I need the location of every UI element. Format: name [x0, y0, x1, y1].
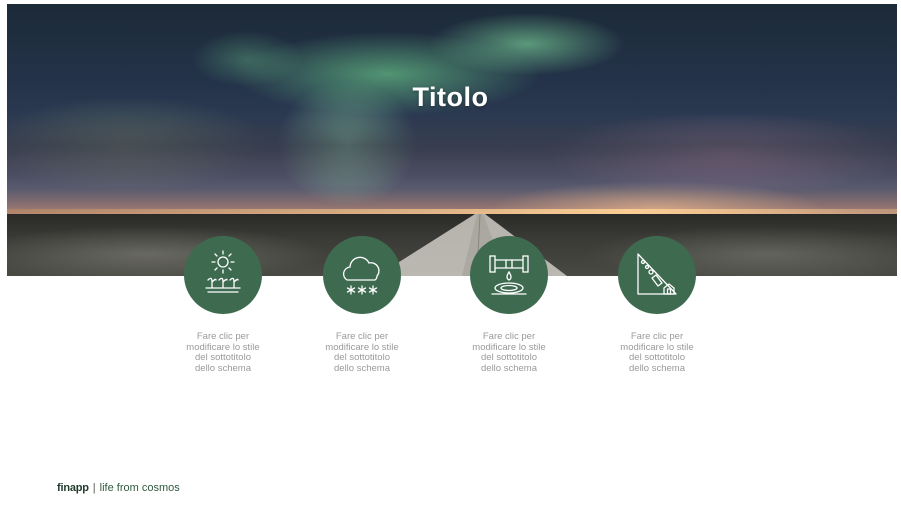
caption-line: Fare clic per — [482, 331, 536, 342]
caption-3[interactable]: Fare clic per modificare lo stile del so… — [449, 331, 569, 374]
caption-line: Fare clic per — [335, 331, 389, 342]
caption-line: dello schema — [481, 362, 537, 374]
pipe-leak-icon — [489, 255, 529, 295]
landslide-house-icon — [637, 253, 677, 295]
brand-logo: finapp — [57, 482, 89, 494]
caption-line: Fare clic per — [196, 331, 250, 342]
landslide-house-icon-circle — [618, 236, 696, 314]
caption-line: Fare clic per — [630, 331, 684, 342]
footer-separator: | — [92, 482, 96, 494]
slide: Titolo Fare clic per modificare lo stile… — [0, 0, 901, 505]
caption-2[interactable]: Fare clic per modificare lo stile del so… — [302, 331, 422, 374]
caption-line: del sottotitolo — [481, 352, 537, 363]
sun-crops-icon-circle — [184, 236, 262, 314]
caption-line: dello schema — [195, 362, 251, 374]
caption-line: del sottotitolo — [195, 352, 251, 363]
snow-cloud-icon — [342, 256, 380, 295]
caption-4[interactable]: Fare clic per modificare lo stile del so… — [597, 331, 717, 374]
hero-image — [7, 4, 897, 276]
caption-1[interactable]: Fare clic per modificare lo stile del so… — [163, 331, 283, 374]
pipe-leak-icon-circle — [470, 236, 548, 314]
caption-line: del sottotitolo — [629, 352, 685, 363]
caption-line: dello schema — [629, 362, 685, 374]
sun-crops-icon — [205, 250, 241, 293]
caption-line: del sottotitolo — [334, 352, 390, 363]
snow-cloud-icon-circle — [323, 236, 401, 314]
cloud-band — [7, 114, 897, 184]
road — [377, 214, 567, 276]
slide-title[interactable]: Titolo — [0, 82, 901, 113]
footer: finapp | life from cosmos — [57, 482, 180, 494]
caption-line: dello schema — [334, 362, 390, 374]
footer-tagline: life from cosmos — [99, 482, 180, 494]
